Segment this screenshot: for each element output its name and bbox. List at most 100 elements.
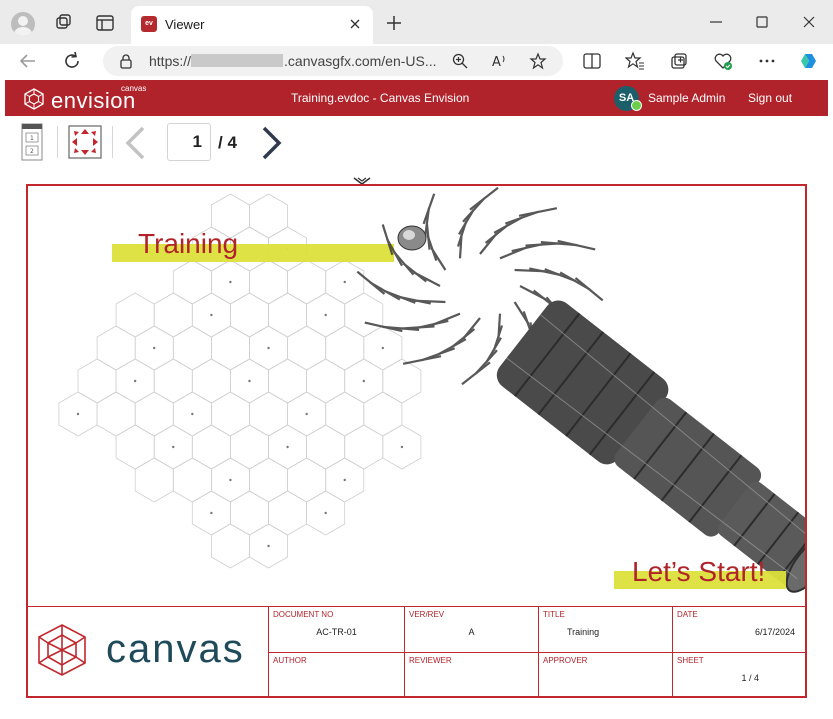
field-document-no: DOCUMENT NO AC-TR-01	[268, 607, 404, 652]
window-close-icon[interactable]	[799, 12, 819, 32]
copilot-icon[interactable]	[799, 51, 819, 71]
field-author: AUTHOR	[268, 653, 404, 696]
hex-node	[343, 280, 346, 284]
toolbar-divider	[112, 126, 113, 158]
hex-node	[400, 445, 404, 449]
hex-cell	[153, 292, 193, 338]
hex-cell	[191, 424, 231, 470]
page-thumbnails-icon[interactable]: 12	[21, 123, 43, 161]
previous-page-icon[interactable]	[123, 126, 149, 160]
browser-titlebar: ev Viewer	[0, 0, 833, 44]
envision-logo[interactable]: envision canvas	[23, 84, 153, 114]
hex-node	[248, 379, 251, 383]
hex-cell	[344, 292, 384, 338]
fan-blade	[469, 186, 499, 211]
svg-text:A: A	[492, 55, 501, 70]
field-title: TITLE Training	[538, 607, 672, 652]
back-icon[interactable]	[17, 50, 39, 72]
hex-cell	[210, 523, 250, 569]
hex-cell	[287, 325, 327, 371]
hex-cell	[268, 490, 308, 536]
minimize-icon[interactable]	[706, 12, 726, 32]
url-text[interactable]: https://.canvasgfx.com/en-US...	[149, 53, 437, 69]
url-bar[interactable]: https://.canvasgfx.com/en-US... A	[103, 46, 563, 76]
hex-cell	[249, 259, 289, 305]
toolbar-divider	[57, 126, 58, 158]
hex-cell	[96, 325, 136, 371]
refresh-icon[interactable]	[61, 50, 83, 72]
hex-cell	[344, 424, 384, 470]
envision-favicon-icon: ev	[141, 16, 157, 32]
canvas-logo-icon	[38, 624, 86, 676]
read-aloud-icon[interactable]: A	[490, 52, 508, 70]
hex-cell	[153, 358, 193, 404]
hex-cell	[287, 259, 327, 305]
close-icon[interactable]	[347, 16, 363, 32]
sign-out-link[interactable]: Sign out	[748, 91, 792, 105]
hex-cell	[306, 358, 346, 404]
browser-essentials-icon[interactable]	[713, 51, 733, 71]
profile-icon[interactable]	[11, 12, 35, 36]
hex-cell	[210, 391, 250, 437]
hex-node	[76, 412, 80, 416]
brand-sup: canvas	[121, 84, 147, 93]
favorites-icon[interactable]	[625, 51, 645, 71]
page-number-input[interactable]: 1	[167, 123, 211, 161]
hex-cell	[363, 391, 403, 437]
hex-node	[267, 346, 270, 350]
jet-engine-illustration	[356, 186, 805, 593]
hex-cell	[325, 325, 365, 371]
sheet-artwork: Training Let’s Start!	[58, 186, 805, 593]
fan-blade	[518, 207, 558, 217]
hex-cell	[268, 358, 308, 404]
hex-cell	[172, 259, 212, 305]
document-sheet[interactable]: Training Let’s Start! canvas DOCUMENT NO…	[26, 184, 807, 698]
url-redaction	[191, 54, 284, 67]
zoom-icon[interactable]	[451, 52, 469, 70]
maximize-icon[interactable]	[752, 12, 772, 32]
hex-cell	[249, 391, 289, 437]
fit-to-screen-icon[interactable]	[68, 125, 102, 159]
lets-start-text: Let’s Start!	[632, 556, 765, 587]
hex-cell	[210, 325, 250, 371]
tab-actions-icon[interactable]	[94, 12, 116, 34]
split-screen-icon[interactable]	[582, 51, 602, 71]
hex-cell	[191, 358, 231, 404]
fan-blade	[574, 277, 604, 302]
tab-title: Viewer	[165, 17, 205, 32]
field-approver: APPROVER	[538, 653, 672, 696]
hex-cell	[77, 358, 117, 404]
training-heading: Training	[138, 228, 238, 259]
viewer-toolbar: 12 1 / 4	[5, 116, 828, 170]
hex-cell	[229, 424, 269, 470]
address-toolbar: https://.canvasgfx.com/en-US... A	[0, 44, 833, 78]
favorite-icon[interactable]	[529, 52, 547, 70]
canvas-cube-icon	[24, 88, 44, 110]
fan-blade	[356, 270, 386, 295]
browser-tab-viewer[interactable]: ev Viewer	[131, 6, 373, 44]
hex-cell	[96, 391, 136, 437]
hex-cell	[249, 193, 289, 239]
field-date: DATE 6/17/2024	[672, 607, 805, 652]
hex-cell	[134, 457, 174, 503]
hex-node	[286, 445, 289, 449]
more-icon[interactable]	[757, 51, 777, 71]
fan-blade	[461, 361, 491, 386]
hex-node	[305, 412, 308, 416]
hex-node	[362, 379, 365, 383]
hex-cell	[325, 391, 365, 437]
lock-icon[interactable]	[119, 53, 133, 69]
user-name[interactable]: Sample Admin	[648, 91, 725, 105]
collections-icon[interactable]	[669, 51, 689, 71]
hex-cell	[229, 490, 269, 536]
hex-node	[381, 346, 385, 350]
hex-cell	[268, 292, 308, 338]
presence-status-icon	[631, 100, 642, 111]
workspaces-icon[interactable]	[52, 12, 74, 34]
fan-blade	[422, 193, 436, 225]
hex-node	[229, 478, 232, 482]
canvas-wordmark: canvas	[106, 627, 245, 671]
new-tab-icon[interactable]	[384, 13, 404, 33]
next-page-icon[interactable]	[258, 126, 284, 160]
hex-node	[153, 346, 156, 350]
